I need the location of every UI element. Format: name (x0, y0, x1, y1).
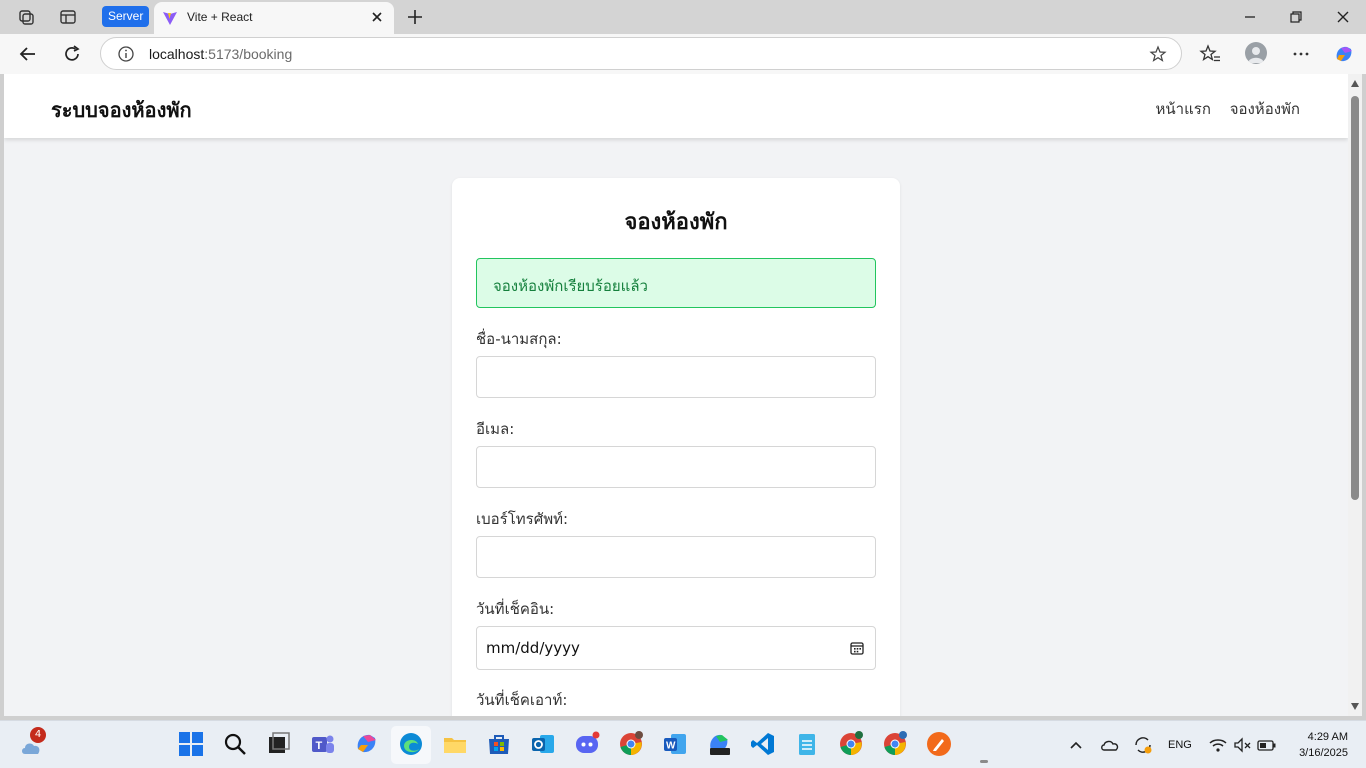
scroll-down-icon[interactable] (1351, 703, 1359, 710)
clock-time: 4:29 AM (1307, 731, 1348, 743)
favorite-star-icon[interactable] (1149, 45, 1167, 63)
address-bar[interactable]: localhost:5173/booking (100, 37, 1182, 70)
scrollbar-thumb[interactable] (1351, 96, 1359, 500)
battery-icon[interactable] (1256, 735, 1278, 755)
overflow-indicator (980, 760, 988, 763)
browser-tab-active[interactable]: Vite + React (154, 2, 394, 34)
tab-title: Vite + React (187, 10, 253, 24)
calendar-icon[interactable] (849, 640, 865, 656)
success-message: จองห้องพักเรียบร้อยแล้ว (493, 277, 648, 295)
windows-taskbar: 4 T W ENG 4:29 AM 3/16/2025 (0, 720, 1366, 768)
discord-icon[interactable] (574, 731, 600, 757)
task-view-icon[interactable] (266, 731, 292, 757)
name-label: ชื่อ-นามสกุล: (476, 330, 562, 348)
site-info-icon[interactable] (117, 45, 135, 63)
teams-icon[interactable]: T (310, 731, 336, 757)
vscode-icon[interactable] (750, 731, 776, 757)
copilot-icon[interactable] (1333, 43, 1355, 65)
tab-actions-icon[interactable] (59, 8, 77, 26)
file-explorer-icon[interactable] (442, 731, 468, 757)
close-tab-icon[interactable] (368, 8, 386, 26)
back-icon[interactable] (17, 43, 39, 65)
svg-text:T: T (316, 740, 323, 752)
start-icon[interactable] (178, 731, 204, 757)
booking-form-card: จองห้องพัก จองห้องพักเรียบร้อยแล้ว ชื่อ-… (452, 178, 900, 716)
microsoft-store-icon[interactable] (486, 731, 512, 757)
scroll-up-icon[interactable] (1351, 80, 1359, 87)
checkout-label: วันที่เช็คเอาท์: (476, 691, 568, 709)
restore-icon[interactable] (1287, 8, 1305, 26)
page-scrollbar[interactable] (1348, 74, 1362, 716)
notepad-icon[interactable] (794, 731, 820, 757)
browser-titlebar: Server Vite + React (0, 0, 1366, 34)
checkin-date-input[interactable]: mm/dd/yyyy (476, 626, 876, 670)
success-alert: จองห้องพักเรียบร้อยแล้ว (476, 258, 876, 308)
volume-muted-icon[interactable] (1232, 735, 1252, 755)
url-text: localhost:5173/booking (149, 46, 292, 62)
edge-browser-icon[interactable] (398, 731, 424, 757)
system-clock[interactable]: 4:29 AM 3/16/2025 (1299, 729, 1348, 761)
checkin-date-placeholder: mm/dd/yyyy (486, 639, 580, 657)
chrome-icon-profile[interactable] (882, 731, 908, 757)
sync-icon[interactable] (1132, 734, 1154, 756)
close-window-icon[interactable] (1334, 8, 1352, 26)
vite-logo-icon (162, 10, 178, 26)
chevron-up-icon[interactable] (1066, 735, 1086, 755)
svg-text:W: W (666, 741, 676, 752)
nav-link-home[interactable]: หน้าแรก (1156, 100, 1211, 118)
refresh-icon[interactable] (61, 43, 83, 65)
workspaces-icon[interactable] (17, 8, 35, 26)
browser-toolbar: localhost:5173/booking (0, 34, 1366, 74)
chrome-profile-icon[interactable] (618, 731, 644, 757)
url-path: :5173/booking (204, 46, 293, 62)
wifi-icon[interactable] (1208, 735, 1228, 755)
chrome-icon-g[interactable] (838, 731, 864, 757)
phone-input[interactable] (476, 536, 876, 578)
nav-links: หน้าแรก จองห้องพัก (1142, 97, 1300, 121)
search-icon[interactable] (222, 731, 248, 757)
phone-label: เบอร์โทรศัพท์: (476, 510, 569, 528)
favorites-icon[interactable] (1199, 43, 1221, 65)
site-navbar: ระบบจองห้องพัก หน้าแรก จองห้องพัก (4, 74, 1348, 138)
pen-app-icon[interactable] (926, 731, 952, 757)
profile-avatar[interactable] (1245, 42, 1267, 64)
url-host: localhost (149, 46, 205, 62)
more-menu-icon[interactable] (1290, 43, 1312, 65)
weather-badge: 4 (30, 727, 46, 743)
site-brand[interactable]: ระบบจองห้องพัก (51, 94, 192, 126)
nav-link-booking[interactable]: จองห้องพัก (1230, 100, 1300, 118)
tab-group-label[interactable]: Server (102, 6, 150, 27)
form-title: จองห้องพัก (624, 210, 728, 235)
word-icon[interactable]: W (662, 731, 688, 757)
email-input[interactable] (476, 446, 876, 488)
copilot-app-icon[interactable] (354, 731, 380, 757)
minimize-icon[interactable] (1241, 8, 1259, 26)
name-input[interactable] (476, 356, 876, 398)
language-indicator[interactable]: ENG (1168, 739, 1192, 751)
new-tab-icon[interactable] (405, 7, 425, 27)
email-label: อีเมล: (476, 420, 515, 438)
onedrive-icon[interactable] (1100, 735, 1120, 755)
page-viewport: ระบบจองห้องพัก หน้าแรก จองห้องพัก จองห้อ… (4, 74, 1348, 716)
outlook-icon[interactable] (530, 731, 556, 757)
checkin-label: วันที่เช็คอิน: (476, 600, 555, 618)
clock-date: 3/16/2025 (1299, 747, 1348, 759)
microsoft-365-icon[interactable] (706, 731, 732, 757)
